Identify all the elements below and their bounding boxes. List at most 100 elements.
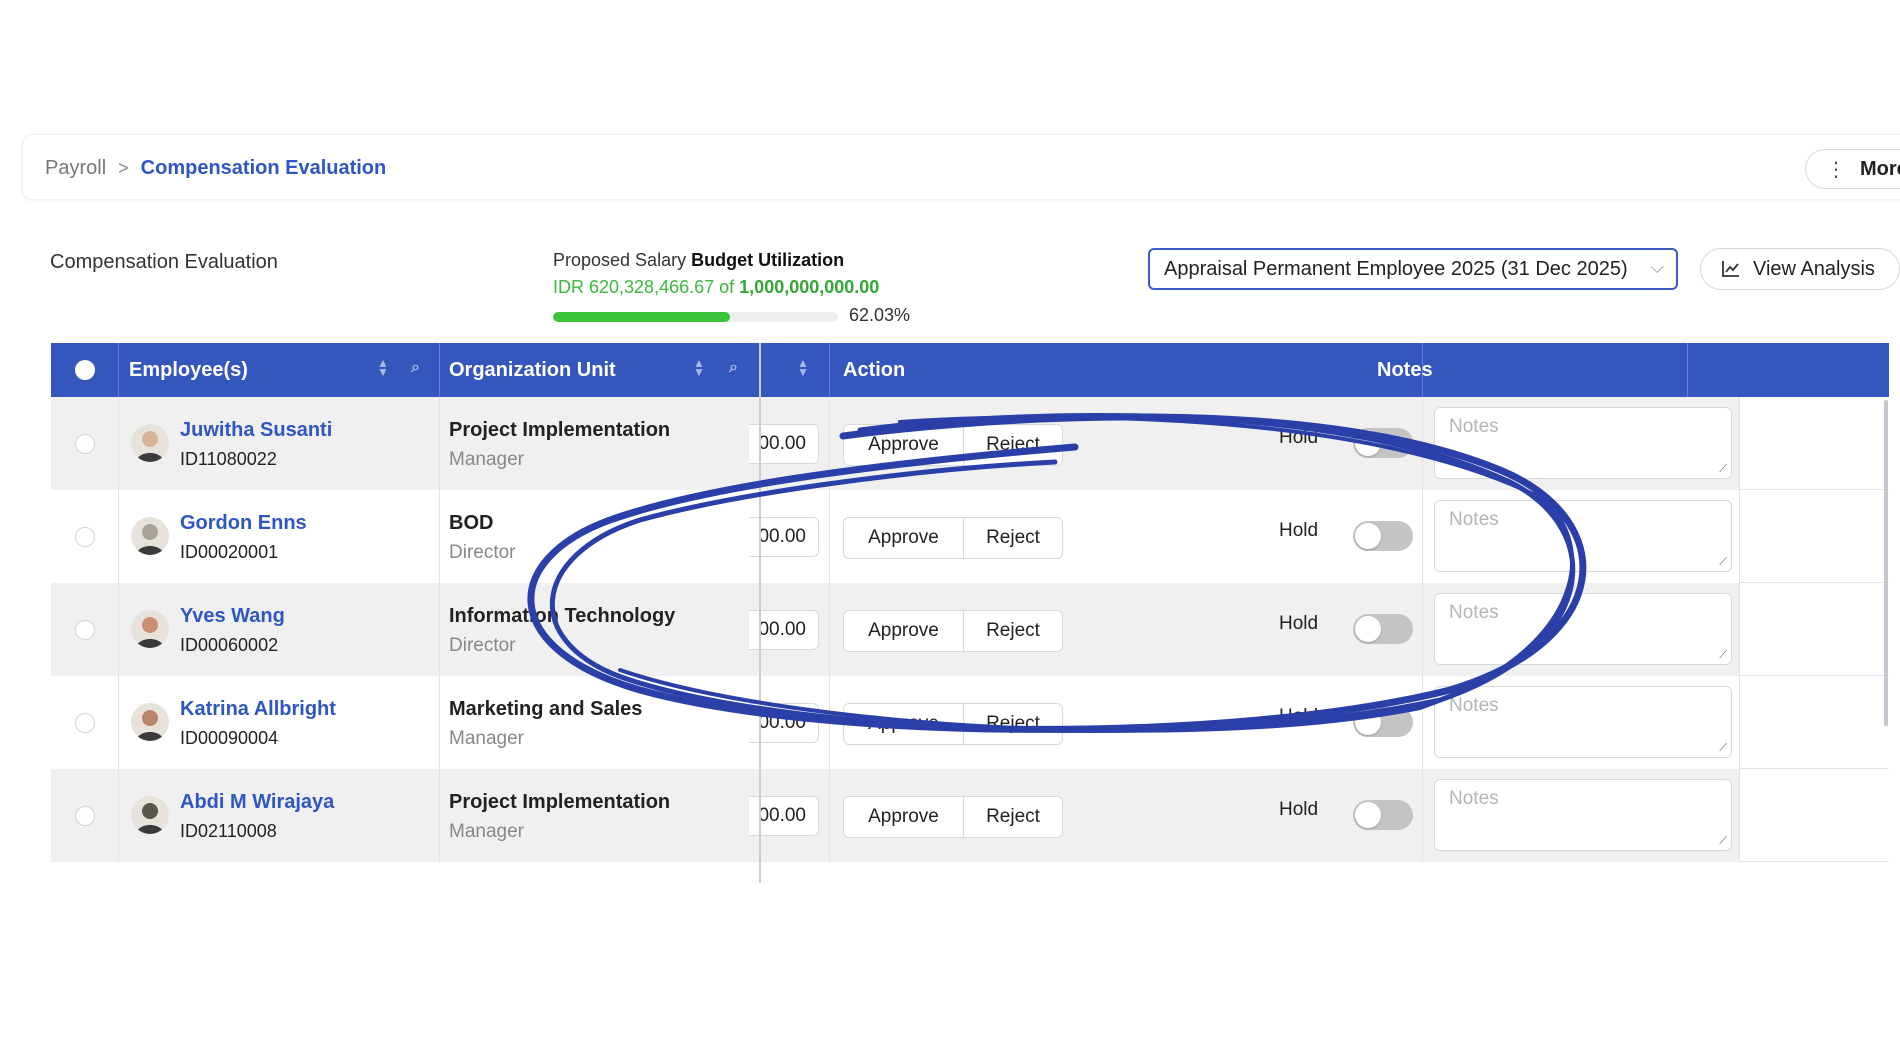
scroll-cells: 00.00 Approve Reject Hold Notes ⟋ [749, 490, 1740, 583]
reject-button[interactable]: Reject [964, 425, 1062, 465]
vertical-scrollbar[interactable] [1884, 400, 1888, 726]
action-button-group: Approve Reject [843, 703, 1063, 745]
resize-grip-icon[interactable]: ⟋ [1719, 463, 1727, 476]
reject-button[interactable]: Reject [964, 611, 1062, 651]
breadcrumb-current: Compensation Evaluation [140, 157, 387, 179]
header-employee-label: Employee(s) [129, 358, 248, 381]
row-select-radio[interactable] [75, 806, 95, 826]
hold-toggle[interactable] [1353, 428, 1413, 458]
approve-button[interactable]: Approve [844, 797, 964, 837]
avatar [131, 610, 169, 648]
table-row: Abdi M Wirajaya ID02110008 Project Imple… [51, 769, 1889, 862]
approve-button[interactable]: Approve [844, 425, 964, 465]
header-amount: ▲ ▼ [797, 343, 827, 397]
avatar [131, 703, 169, 741]
notes-placeholder: Notes [1449, 788, 1499, 809]
resize-grip-icon[interactable]: ⟋ [1719, 742, 1727, 755]
approve-button[interactable]: Approve [844, 518, 964, 558]
sort-icon[interactable]: ▲ ▼ [797, 357, 809, 378]
action-button-group: Approve Reject [843, 517, 1063, 559]
employee-name[interactable]: Abdi M Wirajaya [180, 791, 334, 814]
employee-name[interactable]: Katrina Allbright [180, 698, 336, 721]
hold-toggle[interactable] [1353, 614, 1413, 644]
budget-label-prefix: Proposed Salary [553, 250, 687, 270]
frozen-cells: Katrina Allbright ID00090004 Marketing a… [51, 676, 759, 769]
employee-id: ID11080022 [180, 449, 277, 469]
frozen-cells: Yves Wang ID00060002 Information Technol… [51, 583, 759, 676]
employee-id: ID02110008 [180, 821, 277, 841]
row-select-radio[interactable] [75, 620, 95, 640]
compensation-table: Employee(s) ▲ ▼ ⌕ Organization Unit ▲ ▼ ⌕ … [51, 343, 1889, 883]
budget-used: IDR 620,328,466.67 [553, 277, 715, 297]
avatar [131, 796, 169, 834]
avatar [131, 517, 169, 555]
resize-grip-icon[interactable]: ⟋ [1719, 556, 1727, 569]
employee-name[interactable]: Gordon Enns [180, 512, 307, 535]
more-label: More [1860, 157, 1900, 180]
action-button-group: Approve Reject [843, 424, 1063, 466]
reject-button[interactable]: Reject [964, 797, 1062, 837]
header-action: Action [843, 343, 1343, 397]
kebab-icon: ⋮ [1826, 158, 1846, 181]
period-select-value: Appraisal Permanent Employee 2025 (31 De… [1164, 257, 1628, 280]
frozen-cells: Gordon Enns ID00020001 BOD Director [51, 490, 759, 583]
breadcrumb-payroll[interactable]: Payroll [45, 157, 106, 180]
select-all-radio[interactable] [74, 360, 95, 380]
view-analysis-label: View Analysis [1753, 257, 1875, 280]
org-unit-name: Information Technology [449, 605, 676, 627]
employee-name[interactable]: Yves Wang [180, 605, 285, 628]
employee-name[interactable]: Juwitha Susanti [180, 419, 332, 442]
scroll-cells: 00.00 Approve Reject Hold Notes ⟋ [749, 769, 1740, 862]
sort-icon[interactable]: ▲ ▼ [377, 357, 389, 378]
notes-placeholder: Notes [1449, 416, 1499, 437]
hold-label: Hold [1279, 799, 1319, 820]
notes-placeholder: Notes [1449, 695, 1499, 716]
more-button[interactable]: ⋮ More [1805, 149, 1900, 189]
toggle-knob [1355, 709, 1381, 735]
line-chart-icon [1722, 261, 1739, 277]
select-all-header [51, 343, 118, 397]
avatar [131, 424, 169, 462]
budget-total: 1,000,000,000.00 [739, 277, 880, 297]
budget-amount: IDR 620,328,466.67 of 1,000,000,000.00 [553, 277, 879, 298]
approve-button[interactable]: Approve [844, 611, 964, 651]
scroll-cells: 00.00 Approve Reject Hold Notes ⟋ [749, 397, 1740, 490]
hold-toggle[interactable] [1353, 707, 1413, 737]
hold-toggle[interactable] [1353, 521, 1413, 551]
frozen-cells: Abdi M Wirajaya ID02110008 Project Imple… [51, 769, 759, 862]
hold-label: Hold [1279, 520, 1319, 541]
row-select-radio[interactable] [75, 434, 95, 454]
search-icon[interactable]: ⌕ [411, 359, 420, 377]
budget-label: Proposed Salary Budget Utilization [553, 250, 879, 271]
header-notes-label: Notes [1377, 358, 1433, 381]
hold-label: Hold [1279, 613, 1319, 634]
frozen-column-divider [759, 343, 761, 883]
view-analysis-button[interactable]: View Analysis [1700, 248, 1900, 290]
toggle-knob [1355, 802, 1381, 828]
employee-id: ID00090004 [180, 728, 279, 748]
approve-button[interactable]: Approve [844, 704, 964, 744]
org-unit-name: BOD [449, 512, 494, 534]
notes-textarea[interactable]: Notes ⟋ [1434, 407, 1732, 479]
reject-button[interactable]: Reject [964, 518, 1062, 558]
hold-toggle[interactable] [1353, 800, 1413, 830]
period-select[interactable]: Appraisal Permanent Employee 2025 (31 De… [1148, 248, 1678, 290]
table-row: Katrina Allbright ID00090004 Marketing a… [51, 676, 1889, 769]
notes-textarea[interactable]: Notes ⟋ [1434, 779, 1732, 851]
reject-button[interactable]: Reject [964, 704, 1062, 744]
notes-textarea[interactable]: Notes ⟋ [1434, 500, 1732, 572]
page-title: Compensation Evaluation [50, 251, 278, 273]
sort-icon[interactable]: ▲ ▼ [693, 357, 705, 378]
notes-textarea[interactable]: Notes ⟋ [1434, 686, 1732, 758]
budget-of: of [719, 277, 735, 297]
row-select-radio[interactable] [75, 713, 95, 733]
frozen-cells: Juwitha Susanti ID11080022 Project Imple… [51, 397, 759, 490]
org-position: Director [449, 542, 516, 563]
resize-grip-icon[interactable]: ⟋ [1719, 835, 1727, 848]
resize-grip-icon[interactable]: ⟋ [1719, 649, 1727, 662]
search-icon[interactable]: ⌕ [729, 359, 738, 377]
row-select-radio[interactable] [75, 527, 95, 547]
hold-label: Hold [1279, 427, 1319, 448]
notes-textarea[interactable]: Notes ⟋ [1434, 593, 1732, 665]
breadcrumb: Payroll > Compensation Evaluation [45, 157, 386, 180]
